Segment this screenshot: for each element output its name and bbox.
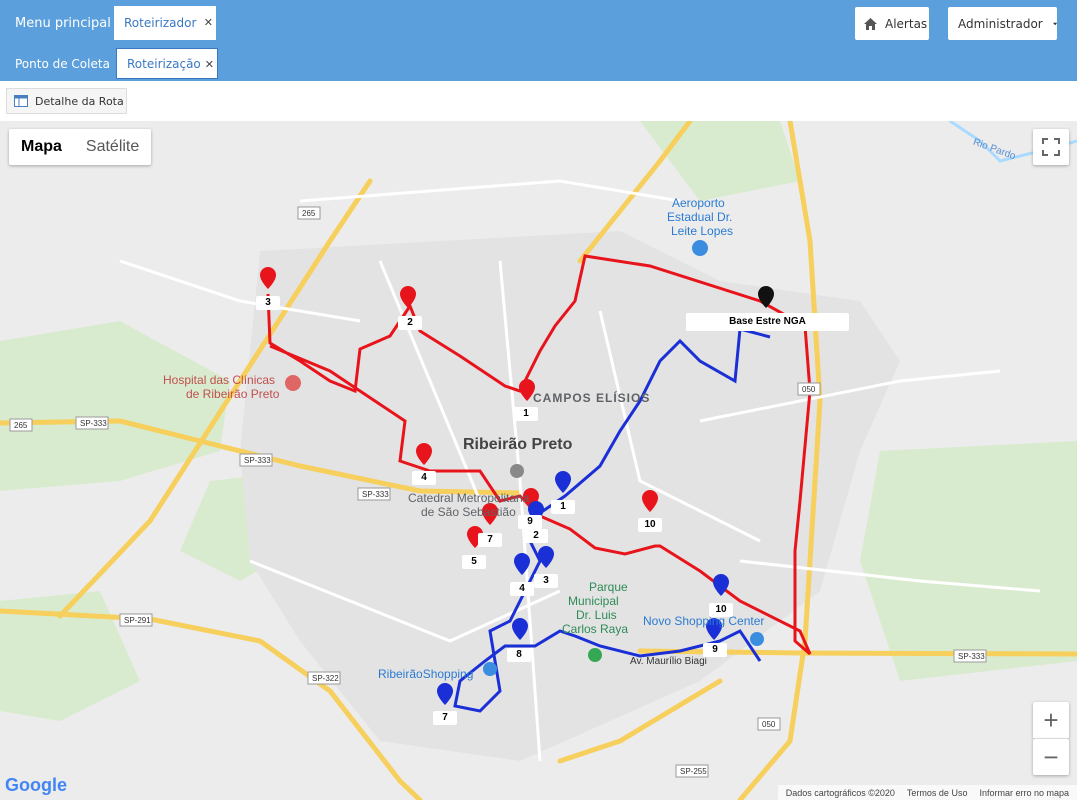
zoom-out-icon: − <box>1043 741 1059 772</box>
shopping-icon <box>750 632 764 646</box>
map-type-mapa-button[interactable]: Mapa <box>9 129 74 165</box>
road-shield-265: 265 <box>14 421 28 430</box>
close-icon[interactable]: ✕ <box>204 6 213 40</box>
blue-marker-label[interactable]: 1 <box>551 500 575 514</box>
tab-roteirizacao-label: Roteirização <box>127 57 201 71</box>
catedral-label: Catedral Metropolitana <box>408 491 530 505</box>
red-marker-label[interactable]: 10 <box>638 518 662 532</box>
hospital-label: Hospital das Clínicas <box>163 373 276 387</box>
map-type-satellite-button[interactable]: Satélite <box>74 129 151 165</box>
blue-marker-label[interactable]: 2 <box>524 529 548 543</box>
report-error-link[interactable]: Informar erro no mapa <box>979 788 1069 798</box>
shopping-icon <box>483 662 497 676</box>
top-navigation-bar: Menu principal Roteirizador ✕ Ponto de C… <box>0 0 1077 81</box>
airport-label: Leite Lopes <box>671 224 734 238</box>
church-icon <box>510 464 524 478</box>
zoom-out-button[interactable]: − <box>1033 739 1069 775</box>
ribeiraoshopping-label: RibeirãoShopping <box>378 667 474 681</box>
blue-marker-label[interactable]: 3 <box>534 574 558 588</box>
map-canvas[interactable]: 265 265 050 050 SP-333 SP-333 SP-333 SP-… <box>0 121 1077 800</box>
road-shield-sp333: SP-333 <box>244 456 271 465</box>
map-attribution: Dados cartográficos ©2020 Termos de Uso … <box>777 785 1077 800</box>
tab-roteirizacao[interactable]: Roteirização ✕ <box>116 48 218 79</box>
road-shield-sp333: SP-333 <box>362 490 389 499</box>
road-shield-050: 050 <box>762 720 776 729</box>
blue-marker-label[interactable]: 10 <box>709 603 733 617</box>
detalhe-rota-label: Detalhe da Rota <box>35 94 124 108</box>
blue-marker-label[interactable]: 8 <box>507 648 531 662</box>
street-label: Av. Maurílio Biagi <box>630 656 707 667</box>
tab-roteirizador-label: Roteirizador <box>124 16 197 30</box>
hospital-icon <box>285 375 301 391</box>
parque-label: Dr. Luis <box>576 608 617 622</box>
airport-label: Aeroporto <box>672 196 725 210</box>
blue-marker-label[interactable]: 4 <box>510 582 534 596</box>
tab-roteirizador[interactable]: Roteirizador ✕ <box>114 6 216 40</box>
red-marker-label[interactable]: 1 <box>514 407 538 421</box>
table-icon <box>14 95 28 107</box>
road-shield-sp333: SP-333 <box>958 652 985 661</box>
zoom-in-icon: + <box>1043 704 1059 735</box>
road-shield-sp322: SP-322 <box>312 674 339 683</box>
alertas-label: Alertas <box>885 16 928 31</box>
map-type-control: Mapa Satélite <box>9 129 152 165</box>
fullscreen-button[interactable] <box>1033 129 1069 165</box>
fullscreen-icon <box>1042 138 1060 156</box>
caret-down-icon <box>1052 22 1057 25</box>
red-marker-label[interactable]: 3 <box>256 296 280 310</box>
administrador-dropdown[interactable]: Administrador <box>948 7 1057 40</box>
red-marker-label[interactable]: 5 <box>462 555 486 569</box>
airport-icon <box>692 240 708 256</box>
road-shield-sp291: SP-291 <box>124 616 151 625</box>
base-label[interactable]: Base Estre NGA <box>686 313 849 331</box>
blue-marker-label[interactable]: 9 <box>703 643 727 657</box>
road-shield-050: 050 <box>802 385 816 394</box>
administrador-label: Administrador <box>958 16 1043 31</box>
google-logo: Google <box>5 775 67 795</box>
terms-link[interactable]: Termos de Uso <box>907 788 968 798</box>
parque-label: Parque <box>589 580 628 594</box>
hospital-label: de Ribeirão Preto <box>186 387 280 401</box>
neighborhood-label: CAMPOS ELÍSIOS <box>533 391 651 405</box>
map-area[interactable]: 265 265 050 050 SP-333 SP-333 SP-333 SP-… <box>0 121 1077 800</box>
catedral-label: de São Sebastião <box>421 505 516 519</box>
road-shield-sp255: SP-255 <box>680 767 707 776</box>
shopping-label: Novo Shopping Center <box>643 614 765 628</box>
close-icon[interactable]: ✕ <box>205 49 214 80</box>
ponto-coleta-link[interactable]: Ponto de Coleta <box>15 57 110 71</box>
home-icon <box>864 17 877 30</box>
detalhe-rota-button[interactable]: Detalhe da Rota <box>6 88 127 114</box>
menu-principal-link[interactable]: Menu principal <box>15 16 111 31</box>
red-marker-label[interactable]: 2 <box>398 316 422 330</box>
blue-marker-label[interactable]: 7 <box>433 711 457 725</box>
red-marker-label[interactable]: 4 <box>412 471 436 485</box>
road-shield-265: 265 <box>302 209 316 218</box>
map-data-label: Dados cartográficos ©2020 <box>785 787 895 798</box>
road-shield-sp333: SP-333 <box>80 419 107 428</box>
zoom-in-button[interactable]: + <box>1033 702 1069 739</box>
city-label: Ribeirão Preto <box>463 436 573 453</box>
toolbar <box>0 81 1077 121</box>
parque-label: Municipal <box>568 594 619 608</box>
parque-label: Carlos Raya <box>562 622 629 636</box>
red-marker-label[interactable]: 9 <box>518 515 542 529</box>
alertas-button[interactable]: Alertas <box>855 7 929 40</box>
airport-label: Estadual Dr. <box>667 210 733 224</box>
red-marker-label[interactable]: 7 <box>478 533 502 547</box>
park-icon <box>588 648 602 662</box>
